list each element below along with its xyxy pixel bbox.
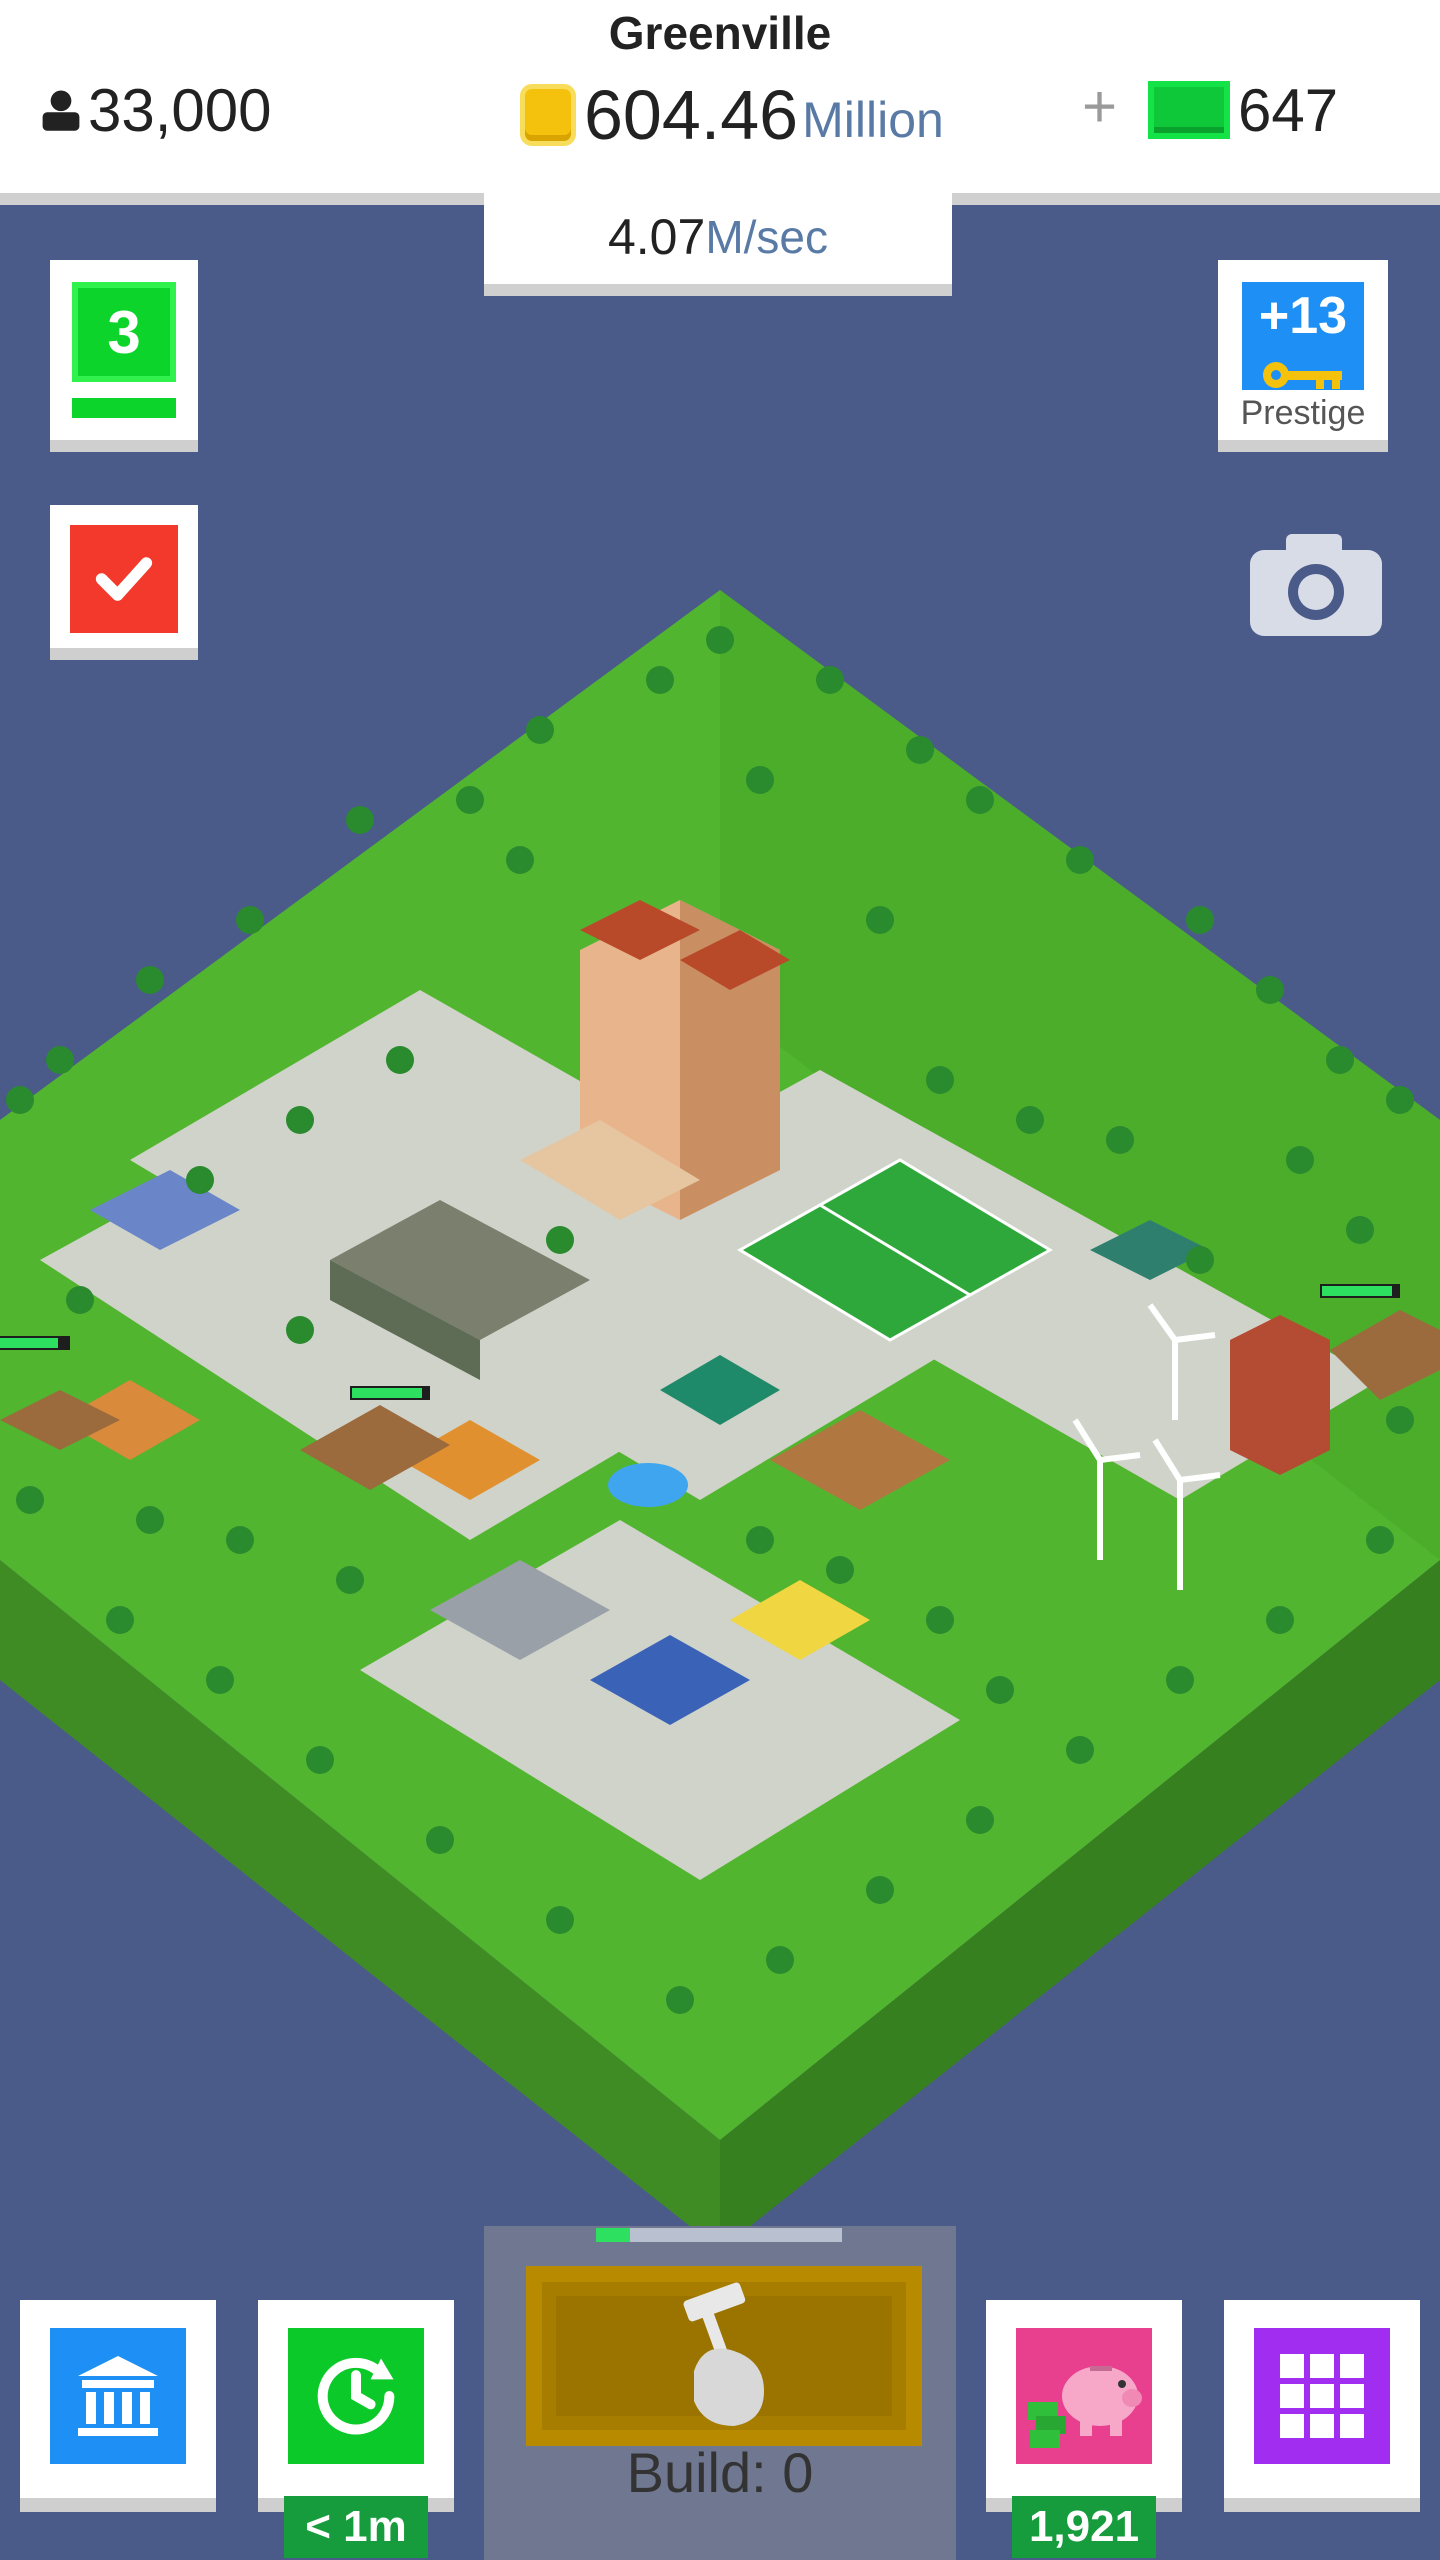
prestige-label: Prestige: [1240, 394, 1366, 432]
level-button[interactable]: 3: [50, 260, 198, 452]
coins-display: 604.46 Million: [520, 70, 944, 160]
tasks-badge: [70, 525, 178, 633]
key-icon: [1263, 362, 1342, 389]
camera-icon: [1250, 534, 1382, 636]
population-display: 33,000: [38, 70, 272, 150]
city-map[interactable]: [0, 560, 1440, 2280]
coins-value: 604.46: [584, 76, 799, 154]
person-icon: [42, 90, 80, 131]
piggy-bank-icon: [1028, 2366, 1142, 2448]
rate-value: 4.07: [607, 209, 706, 265]
coins-unit: Million: [802, 92, 944, 148]
build-button[interactable]: [526, 2266, 922, 2446]
income-rate-tab: 4.07 M/sec: [484, 190, 952, 296]
prestige-value: +13: [1258, 287, 1348, 345]
menu-grid-button[interactable]: [1224, 2300, 1420, 2512]
grid-icon: [1280, 2354, 1364, 2438]
checkmark-icon: [95, 557, 153, 601]
tasks-button[interactable]: [50, 505, 198, 660]
clock-arrow-icon: [317, 2357, 395, 2435]
time-warp-button[interactable]: [258, 2300, 454, 2512]
build-progress-fill: [596, 2228, 631, 2242]
cash-icon: [1148, 81, 1230, 139]
prestige-button[interactable]: +13 Prestige: [1218, 260, 1388, 452]
level-badge: 3: [72, 282, 176, 382]
camera-button[interactable]: [1246, 528, 1386, 640]
cash-value: 647: [1238, 76, 1339, 144]
top-bar: Greenville 33,000 604.46 Million + 647: [0, 0, 1440, 205]
piggy-bank-tag: 1,921: [1012, 2496, 1156, 2558]
hammer-hand-icon: [683, 2282, 764, 2426]
level-progress-bar: [72, 398, 176, 418]
build-label: Build: 0: [626, 2441, 814, 2504]
coin-icon: [520, 84, 576, 146]
buy-cash-plus-button[interactable]: +: [1082, 72, 1117, 141]
fountain: [608, 1463, 688, 1507]
rate-unit: M/sec: [705, 211, 828, 263]
cash-display[interactable]: 647: [1148, 70, 1338, 150]
prestige-badge: +13: [1242, 282, 1364, 390]
bank-button[interactable]: [20, 2300, 216, 2512]
bank-icon: [78, 2356, 158, 2436]
apartment: [1230, 1315, 1330, 1475]
city-name: Greenville: [608, 7, 832, 59]
population-value: 33,000: [88, 76, 272, 144]
build-progress-bar: [596, 2228, 842, 2242]
time-warp-tag: < 1m: [284, 2496, 428, 2558]
piggy-bank-button[interactable]: [986, 2300, 1182, 2512]
